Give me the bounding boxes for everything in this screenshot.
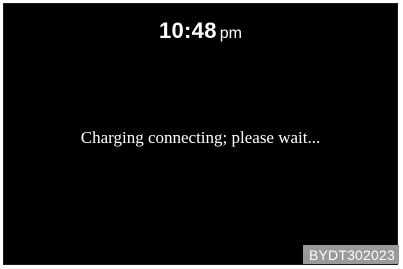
clock-time: 10:48 — [158, 18, 217, 43]
clock-am-pm: pm — [219, 25, 242, 42]
clock: 10:48 pm — [4, 18, 397, 44]
display-screen: 10:48 pm Charging connecting; please wait… — [3, 3, 398, 265]
charging-status-message: Charging connecting; please wait... — [80, 128, 321, 147]
figure-code-label: BYDT302023 — [302, 245, 399, 264]
